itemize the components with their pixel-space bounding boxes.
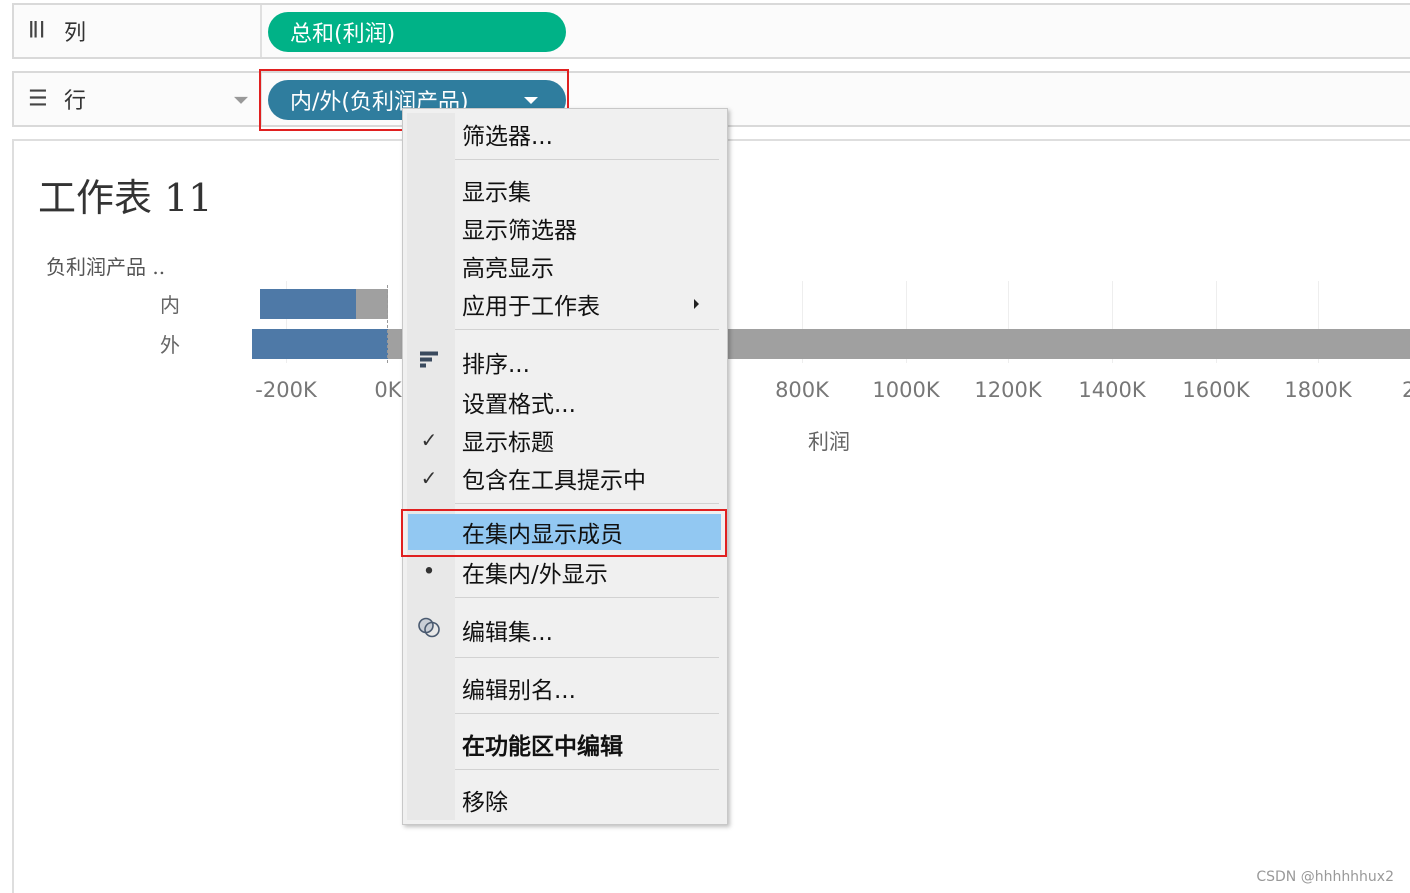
menu-item-label: 显示集 xyxy=(462,180,531,206)
rows-shelf-label: ☰ 行 xyxy=(14,73,262,125)
x-axis-title[interactable]: 利润 xyxy=(808,426,850,456)
menu-item-sort[interactable]: 排序... xyxy=(403,343,727,381)
sort-icon xyxy=(417,350,441,375)
menu-item-show-set[interactable]: 显示集 xyxy=(403,171,727,209)
axis-tick: 1600K xyxy=(1182,378,1250,402)
menu-item-edit-set[interactable]: 编辑集... xyxy=(403,611,727,649)
rows-dropdown-icon[interactable] xyxy=(234,96,248,104)
set-icon xyxy=(417,617,441,644)
menu-separator xyxy=(455,597,719,598)
pill-context-menu: 筛选器... 显示集 显示筛选器 高亮显示 应用于工作表 排序... 设置格式.… xyxy=(402,108,728,825)
pill-dropdown-icon[interactable] xyxy=(524,97,538,104)
axis-tick: 1200K xyxy=(974,378,1042,402)
sum-profit-pill-label: 总和(利润) xyxy=(290,22,396,47)
checkmark-icon: ✓ xyxy=(420,466,438,490)
checkmark-icon: ✓ xyxy=(420,428,438,452)
menu-item-remove[interactable]: 移除 xyxy=(403,781,727,819)
menu-item-edit-aliases[interactable]: 编辑别名... xyxy=(403,669,727,707)
menu-item-label: 设置格式... xyxy=(462,392,576,418)
menu-item-label: 筛选器... xyxy=(462,124,553,150)
menu-separator xyxy=(455,713,719,714)
rows-label-text: 行 xyxy=(64,89,87,114)
menu-item-apply-to-worksheets[interactable]: 应用于工作表 xyxy=(403,285,727,323)
menu-item-show-members-in-set[interactable]: 在集内显示成员 xyxy=(403,513,727,551)
radio-dot-icon: • xyxy=(422,559,436,585)
axis-tick: 1400K xyxy=(1078,378,1146,402)
columns-shelf-label: ⅡⅠ 列 xyxy=(14,5,262,57)
menu-item-show-in-out-of-set[interactable]: • 在集内/外显示 xyxy=(403,553,727,591)
row-field-header[interactable]: 负利润产品 .. xyxy=(46,251,165,280)
axis-tick: 0K xyxy=(374,378,402,402)
menu-item-show-header[interactable]: ✓ 显示标题 xyxy=(403,421,727,459)
menu-item-label: 移除 xyxy=(462,790,508,816)
axis-tick: 1800K xyxy=(1284,378,1352,402)
watermark: CSDN @hhhhhhux2 xyxy=(1256,869,1394,885)
menu-item-label: 排序... xyxy=(462,352,530,378)
rows-list-icon: ☰ xyxy=(28,86,48,112)
row-label-out: 外 xyxy=(160,333,180,357)
columns-label-text: 列 xyxy=(64,21,87,46)
menu-item-show-filter[interactable]: 显示筛选器 xyxy=(403,209,727,247)
menu-item-label: 高亮显示 xyxy=(462,256,554,282)
submenu-arrow-icon xyxy=(694,299,699,309)
columns-icon: ⅡⅠ xyxy=(28,18,46,44)
menu-item-label: 编辑集... xyxy=(462,620,553,646)
menu-item-filter[interactable]: 筛选器... xyxy=(403,115,727,153)
bar-in-negative[interactable] xyxy=(260,289,356,319)
columns-shelf: ⅡⅠ 列 总和(利润) xyxy=(12,3,1410,59)
menu-separator xyxy=(455,503,719,504)
menu-item-label: 在集内显示成员 xyxy=(462,522,623,548)
menu-item-label: 显示筛选器 xyxy=(462,218,577,244)
sum-profit-pill[interactable]: 总和(利润) xyxy=(268,12,566,52)
menu-separator xyxy=(455,657,719,658)
row-label-in: 内 xyxy=(160,293,180,317)
menu-item-format[interactable]: 设置格式... xyxy=(403,383,727,421)
menu-separator xyxy=(455,159,719,160)
menu-separator xyxy=(455,769,719,770)
worksheet-title: 工作表 11 xyxy=(38,176,213,220)
menu-item-highlight[interactable]: 高亮显示 xyxy=(403,247,727,285)
axis-tick: -200K xyxy=(255,378,317,402)
bar-in-positive[interactable] xyxy=(356,289,388,319)
axis-tick: 20 xyxy=(1402,378,1410,402)
menu-item-label: 应用于工作表 xyxy=(462,294,600,320)
menu-item-edit-in-shelf[interactable]: 在功能区中编辑 xyxy=(403,725,727,763)
menu-item-label: 包含在工具提示中 xyxy=(462,468,646,494)
axis-tick: 1000K xyxy=(872,378,940,402)
menu-separator xyxy=(455,329,719,330)
zero-line xyxy=(387,285,388,363)
menu-item-label: 显示标题 xyxy=(462,430,554,456)
axis-tick: 800K xyxy=(775,378,829,402)
menu-item-include-in-tooltip[interactable]: ✓ 包含在工具提示中 xyxy=(403,459,727,497)
bar-out-negative[interactable] xyxy=(252,329,388,359)
menu-item-label: 在功能区中编辑 xyxy=(462,734,623,760)
menu-item-label: 编辑别名... xyxy=(462,678,576,704)
menu-item-label: 在集内/外显示 xyxy=(462,562,608,588)
